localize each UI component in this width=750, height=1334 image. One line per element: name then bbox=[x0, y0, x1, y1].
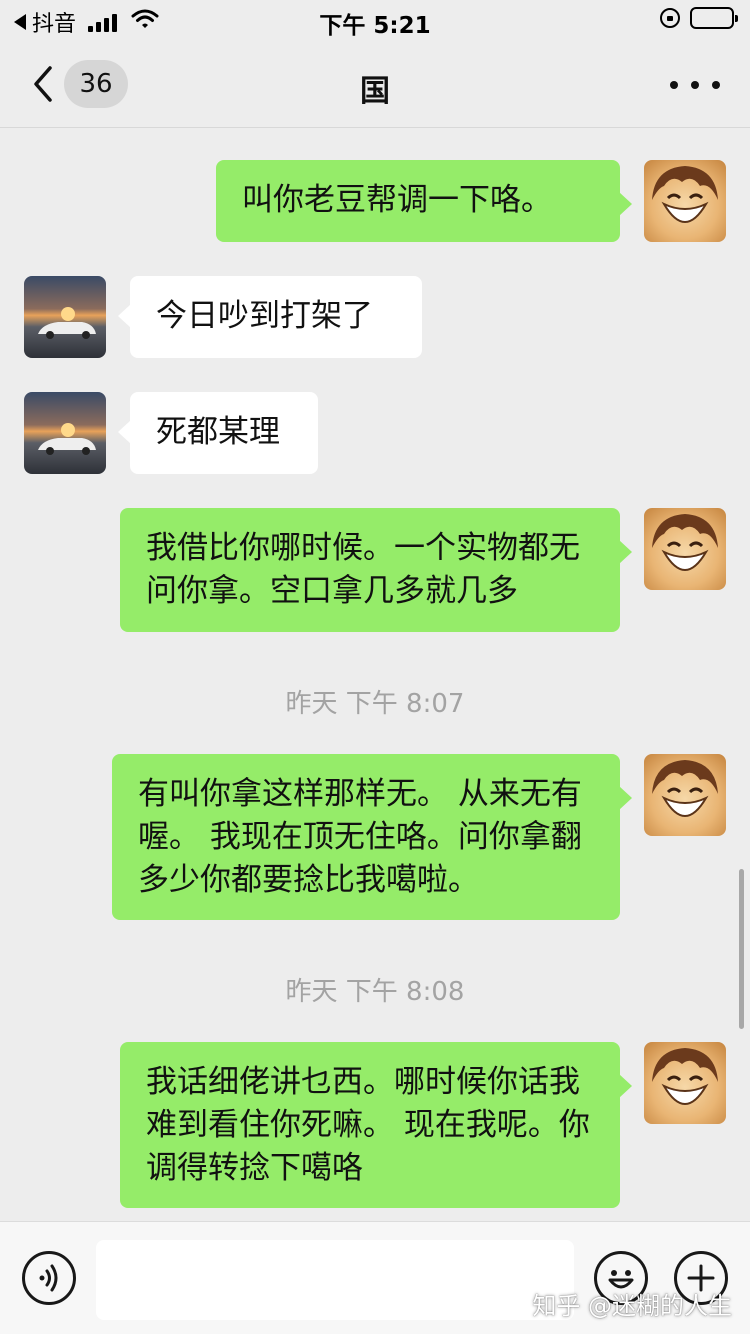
message-bubble-sent[interactable]: 叫你老豆帮调一下咯。 bbox=[216, 160, 632, 242]
my-avatar[interactable] bbox=[644, 508, 726, 590]
voice-icon bbox=[39, 1264, 58, 1292]
rotation-lock-icon bbox=[660, 8, 680, 28]
status-bar: 抖音 下午 5:21 bbox=[0, 0, 750, 40]
message-list[interactable]: 叫你老豆帮调一下咯。 今日吵到打架了 死都某理 我借比你哪时候。一个实物都无问你 bbox=[0, 129, 750, 1221]
message-bubble-received[interactable]: 死都某理 bbox=[118, 392, 318, 474]
cartoon-face-icon bbox=[652, 1048, 718, 1105]
chat-timestamp: 昨天 下午 8:08 bbox=[285, 977, 465, 1007]
more-button[interactable] bbox=[670, 70, 720, 100]
my-avatar[interactable] bbox=[644, 754, 726, 836]
voice-button[interactable] bbox=[22, 1251, 76, 1305]
my-avatar[interactable] bbox=[644, 160, 726, 242]
contact-avatar[interactable] bbox=[24, 276, 106, 358]
message-text: 我话细佬讲乜西。哪时候你话我难到看住你死嘛。 现在我呢。你调得转捻下噶咯 bbox=[146, 1064, 590, 1186]
message-bubble-received[interactable]: 今日吵到打架了 bbox=[118, 276, 422, 358]
status-time: 下午 5:21 bbox=[319, 13, 431, 39]
unread-count-badge[interactable]: 36 bbox=[64, 60, 128, 108]
message-input[interactable] bbox=[96, 1240, 574, 1320]
scrollbar[interactable] bbox=[739, 869, 744, 1029]
contact-avatar[interactable] bbox=[24, 392, 106, 474]
back-button[interactable] bbox=[26, 62, 66, 106]
chevron-left-icon bbox=[34, 66, 52, 102]
watermark: 知乎 @迷糊的人生 bbox=[532, 1292, 732, 1320]
chat-header: 36 国 bbox=[0, 40, 750, 128]
message-bubble-sent[interactable]: 我话细佬讲乜西。哪时候你话我难到看住你死嘛。 现在我呢。你调得转捻下噶咯 bbox=[120, 1042, 632, 1208]
my-avatar[interactable] bbox=[644, 1042, 726, 1124]
message-text: 死都某理 bbox=[156, 414, 280, 450]
message-text: 有叫你拿这样那样无。 从来无有喔。 我现在顶无住咯。问你拿翻多少你都要捻比我噶啦… bbox=[138, 776, 582, 898]
cartoon-face-icon bbox=[652, 760, 718, 817]
battery-icon bbox=[690, 7, 738, 29]
cartoon-face-icon bbox=[652, 514, 718, 571]
car-photo-icon bbox=[38, 423, 96, 455]
message-bubble-sent[interactable]: 我借比你哪时候。一个实物都无问你拿。空口拿几多就几多 bbox=[120, 508, 632, 632]
cartoon-face-icon bbox=[652, 166, 718, 223]
chat-timestamp: 昨天 下午 8:07 bbox=[285, 689, 465, 719]
message-bubble-sent[interactable]: 有叫你拿这样那样无。 从来无有喔。 我现在顶无住咯。问你拿翻多少你都要捻比我噶啦… bbox=[112, 754, 632, 920]
message-text: 我借比你哪时候。一个实物都无问你拿。空口拿几多就几多 bbox=[146, 530, 580, 609]
message-text: 叫你老豆帮调一下咯。 bbox=[242, 182, 552, 218]
more-dots-icon bbox=[670, 81, 678, 89]
message-text: 今日吵到打架了 bbox=[156, 298, 373, 334]
car-photo-icon bbox=[38, 307, 96, 339]
